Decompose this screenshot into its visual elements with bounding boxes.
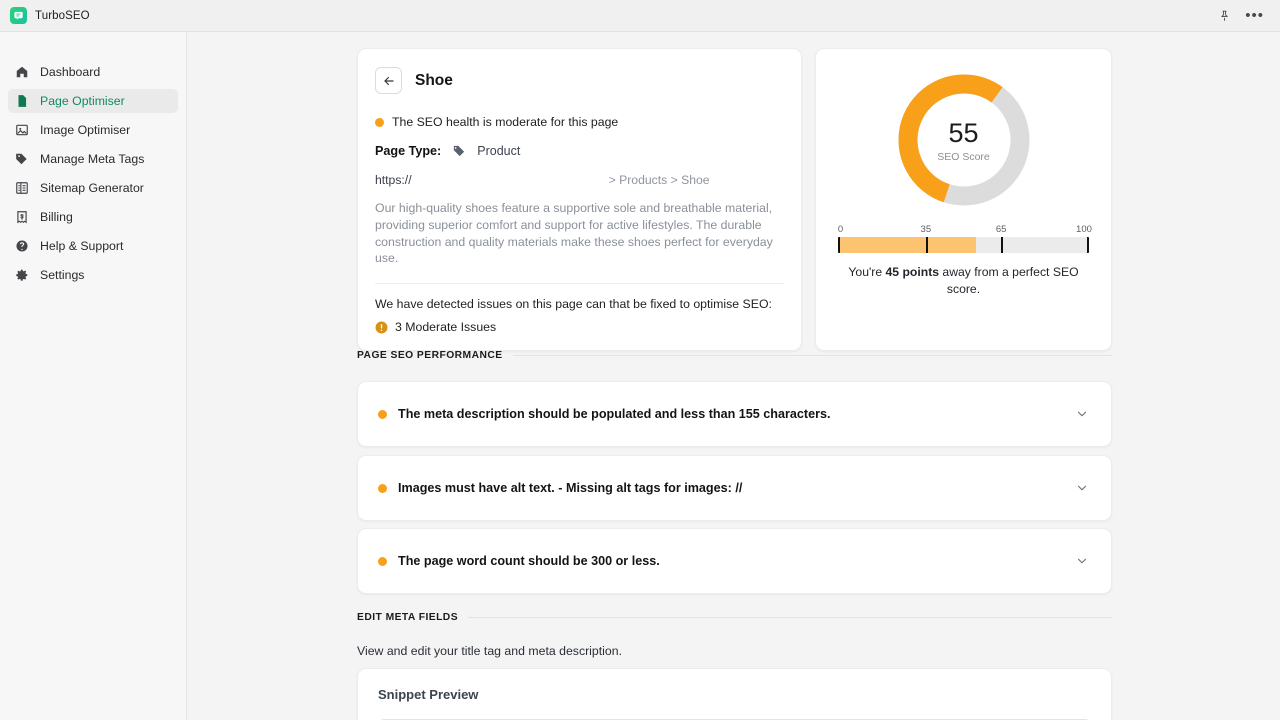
section-edit-meta-fields: EDIT META FIELDS — [357, 612, 1112, 623]
snippet-preview-title: Snippet Preview — [378, 687, 1091, 702]
page-type-label: Page Type: — [375, 144, 441, 158]
seo-health-status: The SEO health is moderate for this page — [375, 115, 784, 129]
issues-count-row: 3 Moderate Issues — [375, 320, 784, 334]
sidebar: Dashboard Page Optimiser Image Optimiser… — [0, 32, 187, 720]
sidebar-item-manage-meta-tags[interactable]: Manage Meta Tags — [8, 147, 178, 171]
severity-dot-icon — [378, 410, 387, 419]
arrow-left-icon — [382, 74, 396, 88]
scale-tick-35: 35 — [921, 224, 932, 235]
seo-score-card: 55 SEO Score 0 35 65 100 — [815, 48, 1112, 351]
issue-text-3: The page word count should be 300 or les… — [398, 554, 660, 568]
sidebar-label-dashboard: Dashboard — [40, 65, 100, 79]
tag-icon — [452, 144, 466, 158]
page-type-value: Product — [477, 144, 520, 158]
page-type-row: Page Type: Product — [375, 144, 784, 158]
sidebar-item-help-support[interactable]: Help & Support — [8, 234, 178, 258]
seo-score-bar-fill — [838, 237, 976, 253]
seo-score-value: 55 — [948, 120, 978, 147]
seo-score-caption: SEO Score — [937, 151, 990, 163]
warning-circle-icon — [375, 321, 388, 334]
severity-dot-icon — [378, 557, 387, 566]
image-icon — [14, 123, 29, 138]
scale-tick-100: 100 — [1076, 224, 1092, 235]
issues-count-text: 3 Moderate Issues — [395, 320, 496, 334]
sidebar-item-settings[interactable]: Settings — [8, 263, 178, 287]
seo-health-text: The SEO health is moderate for this page — [392, 115, 618, 129]
sidebar-label-settings: Settings — [40, 268, 84, 282]
status-dot-icon — [375, 118, 384, 127]
section-divider — [513, 355, 1112, 356]
gear-icon — [14, 268, 29, 283]
score-note: You're 45 points away from a perfect SEO… — [844, 264, 1083, 297]
titlebar: TurboSEO ••• — [0, 0, 1280, 32]
chevron-down-icon[interactable] — [1075, 407, 1089, 421]
sidebar-item-sitemap-generator[interactable]: Sitemap Generator — [8, 176, 178, 200]
seo-score-gauge: 55 SEO Score — [896, 72, 1032, 208]
url-protocol: https:// — [375, 173, 412, 187]
breadcrumb: > Products > Shoe — [609, 173, 710, 187]
section-title-meta: EDIT META FIELDS — [357, 612, 458, 623]
summary-row: Shoe The SEO health is moderate for this… — [357, 48, 1112, 351]
question-circle-icon — [14, 239, 29, 254]
scale-tick-labels: 0 35 65 100 — [838, 224, 1089, 237]
page-title: Shoe — [415, 72, 453, 90]
section-page-seo-performance: PAGE SEO PERFORMANCE — [357, 350, 1112, 361]
scale-tick-65: 65 — [996, 224, 1007, 235]
sidebar-item-dashboard[interactable]: Dashboard — [8, 60, 178, 84]
main-content: Shoe The SEO health is moderate for this… — [187, 32, 1280, 720]
bar-tick-100 — [1087, 237, 1089, 253]
page-url-row: https:// > Products > Shoe — [375, 173, 784, 187]
app-title: TurboSEO — [35, 10, 90, 22]
sidebar-label-manage-meta-tags: Manage Meta Tags — [40, 152, 144, 166]
home-icon — [14, 65, 29, 80]
section-divider — [468, 617, 1112, 618]
sidebar-label-image-optimiser: Image Optimiser — [40, 123, 130, 137]
sidebar-item-page-optimiser[interactable]: Page Optimiser — [8, 89, 178, 113]
score-note-suffix: away from a perfect SEO score. — [939, 265, 1079, 296]
seo-score-bar — [838, 237, 1089, 253]
sidebar-item-image-optimiser[interactable]: Image Optimiser — [8, 118, 178, 142]
turboseo-logo-icon — [10, 7, 27, 24]
pin-icon[interactable] — [1218, 9, 1231, 22]
issue-text-1: The meta description should be populated… — [398, 407, 831, 421]
chevron-down-icon[interactable] — [1075, 481, 1089, 495]
page-description: Our high-quality shoes feature a support… — [375, 200, 784, 267]
brand: TurboSEO — [10, 7, 90, 24]
scale-tick-0: 0 — [838, 224, 843, 235]
bar-tick-0 — [838, 237, 840, 253]
chevron-down-icon[interactable] — [1075, 554, 1089, 568]
back-button[interactable] — [375, 67, 402, 94]
section-title-performance: PAGE SEO PERFORMANCE — [357, 350, 503, 361]
issues-intro-text: We have detected issues on this page can… — [375, 297, 784, 311]
sidebar-label-page-optimiser: Page Optimiser — [40, 94, 125, 108]
bar-tick-65 — [1001, 237, 1003, 253]
issue-row-1[interactable]: The meta description should be populated… — [357, 381, 1112, 447]
score-note-points: 45 points — [886, 265, 940, 279]
receipt-dollar-icon — [14, 210, 29, 225]
bar-tick-35 — [926, 237, 928, 253]
seo-score-scale: 0 35 65 100 — [838, 224, 1089, 253]
sidebar-item-billing[interactable]: Billing — [8, 205, 178, 229]
ellipsis-icon[interactable]: ••• — [1245, 8, 1264, 23]
page-summary-card: Shoe The SEO health is moderate for this… — [357, 48, 802, 351]
snippet-preview-card: Snippet Preview — [357, 668, 1112, 720]
document-icon — [14, 94, 29, 109]
sidebar-label-sitemap-generator: Sitemap Generator — [40, 181, 144, 195]
sidebar-label-billing: Billing — [40, 210, 73, 224]
issue-row-3[interactable]: The page word count should be 300 or les… — [357, 528, 1112, 594]
meta-section-description: View and edit your title tag and meta de… — [357, 644, 622, 658]
divider — [375, 283, 784, 284]
issue-row-2[interactable]: Images must have alt text. - Missing alt… — [357, 455, 1112, 521]
tag-icon — [14, 152, 29, 167]
sitemap-icon — [14, 181, 29, 196]
severity-dot-icon — [378, 484, 387, 493]
sidebar-label-help-support: Help & Support — [40, 239, 123, 253]
issue-text-2: Images must have alt text. - Missing alt… — [398, 481, 742, 495]
score-note-prefix: You're — [848, 265, 885, 279]
